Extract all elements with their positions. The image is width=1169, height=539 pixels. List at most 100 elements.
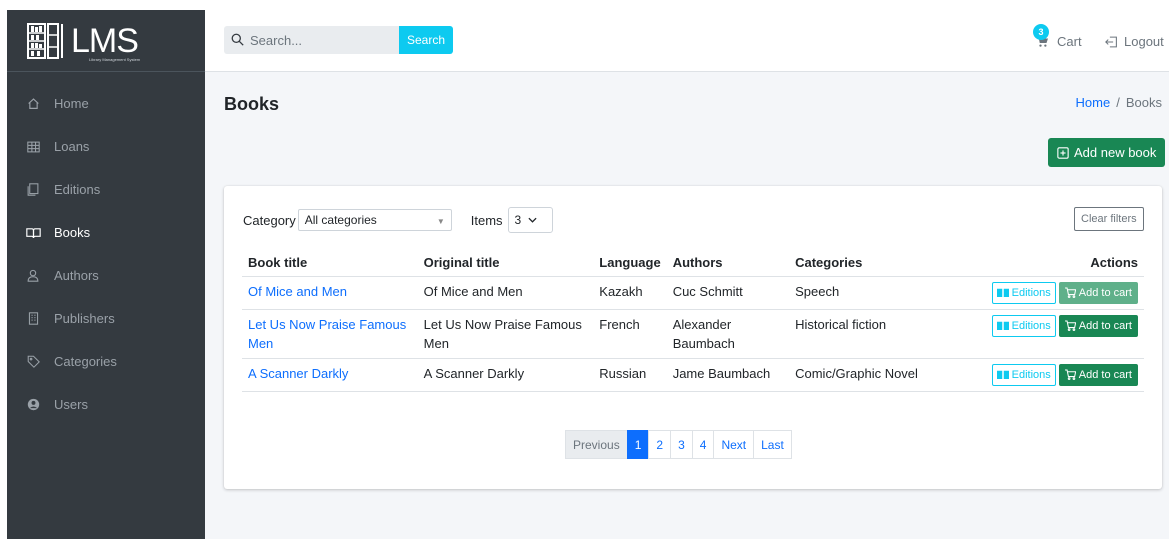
library-logo-icon	[27, 21, 67, 61]
column-header: Language	[593, 249, 667, 277]
column-header: Original title	[417, 249, 594, 277]
book-icon	[996, 288, 1009, 297]
actions-cell: Editions Add to cart	[938, 358, 1144, 392]
caret-down-icon: ▼	[436, 217, 445, 226]
pagination-previous[interactable]: Previous	[565, 430, 628, 459]
cart-icon	[1064, 287, 1076, 298]
cart-icon: 3	[1033, 24, 1049, 48]
items-label: Items	[470, 212, 503, 228]
breadcrumb-separator: /	[1116, 95, 1120, 110]
pagination-next[interactable]: Next	[713, 430, 755, 459]
sidebar-item-categories[interactable]: Categories	[7, 340, 205, 383]
editions-label: Editions	[1011, 319, 1051, 332]
authors-cell: Jame Baumbach	[666, 358, 790, 392]
search-input[interactable]	[224, 26, 400, 54]
user-circle-icon	[24, 398, 42, 412]
editions-button[interactable]: Editions	[991, 314, 1056, 337]
pagination-page-2[interactable]: 2	[648, 430, 672, 459]
editions-button[interactable]: Editions	[991, 281, 1056, 304]
table-row: A Scanner Darkly A Scanner Darkly Russia…	[242, 358, 1144, 392]
books-card: Category All categories ▼ Items 3 Clear …	[224, 186, 1162, 489]
sidebar-item-books[interactable]: Books	[7, 211, 205, 254]
sidebar-item-home[interactable]: Home	[7, 82, 205, 125]
logout-link[interactable]: Logout	[1105, 34, 1164, 49]
actions-cell: Editions Add to cart	[938, 276, 1144, 310]
book-title-link[interactable]: Let Us Now Praise Famous Men	[248, 317, 406, 351]
breadcrumb-home-link[interactable]: Home	[1076, 95, 1111, 110]
add-to-cart-button[interactable]: Add to cart	[1058, 363, 1138, 386]
page-title: Books	[224, 94, 280, 114]
column-header: Book title	[242, 249, 418, 277]
sidebar-item-publishers[interactable]: Publishers	[7, 297, 205, 340]
cart-link[interactable]: 3 Cart	[1033, 24, 1082, 49]
book-icon	[996, 370, 1009, 379]
sidebar-item-label: Authors	[54, 268, 99, 283]
chevron-down-icon	[528, 217, 537, 223]
column-header: Categories	[789, 249, 939, 277]
logout-label: Logout	[1124, 34, 1164, 49]
filters: Category All categories ▼ Items 3	[243, 207, 553, 233]
book-title-link[interactable]: Of Mice and Men	[248, 284, 347, 299]
category-label: Category	[243, 212, 296, 228]
language-cell: French	[593, 309, 667, 359]
search-icon	[231, 33, 244, 49]
sidebar: LMS Library Management System Home Loans…	[7, 10, 205, 539]
sidebar-item-loans[interactable]: Loans	[7, 125, 205, 168]
add-to-cart-button[interactable]: Add to cart	[1058, 314, 1138, 337]
pagination-page-4[interactable]: 4	[691, 430, 715, 459]
table-header-row: Book title Original title Language Autho…	[242, 249, 1144, 277]
logo[interactable]: LMS Library Management System	[7, 10, 205, 72]
add-to-cart-label: Add to cart	[1078, 319, 1132, 332]
plus-square-icon	[1057, 146, 1069, 159]
sidebar-item-label: Books	[54, 225, 91, 240]
pagination-last[interactable]: Last	[753, 430, 792, 459]
pagination-page-1[interactable]: 1	[626, 430, 650, 459]
category-select-value: All categories	[304, 213, 377, 227]
categories-cell: Historical fiction	[789, 309, 939, 359]
cart-label: Cart	[1057, 34, 1082, 49]
book-title-link[interactable]: A Scanner Darkly	[248, 366, 348, 381]
add-to-cart-button[interactable]: Add to cart	[1058, 281, 1138, 304]
items-per-page-select[interactable]: 3	[507, 207, 553, 233]
cart-count-badge: 3	[1033, 24, 1049, 40]
editions-label: Editions	[1011, 286, 1051, 299]
breadcrumb: Home / Books	[1076, 95, 1162, 110]
add-new-book-label: Add new book	[1074, 145, 1157, 160]
home-icon	[24, 97, 42, 111]
logo-subtitle: Library Management System	[89, 57, 141, 62]
editions-label: Editions	[1011, 368, 1051, 381]
logo-text: LMS	[71, 21, 139, 60]
user-icon	[24, 269, 42, 283]
sidebar-nav: Home Loans Editions Books Authors Publis…	[7, 72, 205, 426]
add-to-cart-label: Add to cart	[1078, 368, 1132, 381]
sidebar-item-editions[interactable]: Editions	[7, 168, 205, 211]
books-table: Book title Original title Language Autho…	[242, 249, 1144, 392]
breadcrumb-current: Books	[1125, 95, 1162, 110]
category-select[interactable]: All categories ▼	[297, 209, 452, 231]
authors-cell: Alexander Baumbach	[666, 309, 790, 359]
sidebar-item-label: Publishers	[54, 311, 115, 326]
language-cell: Kazakh	[593, 276, 667, 310]
categories-cell: Comic/Graphic Novel	[789, 358, 939, 392]
sidebar-item-label: Categories	[54, 354, 117, 369]
add-to-cart-label: Add to cart	[1078, 286, 1132, 299]
main-content: Books Home / Books Add new book Category…	[205, 72, 1169, 539]
sidebar-item-label: Editions	[54, 182, 101, 197]
actions-cell: Editions Add to cart	[938, 309, 1144, 359]
add-new-book-button[interactable]: Add new book	[1048, 138, 1166, 167]
search-button[interactable]: Search	[399, 26, 453, 54]
pagination-page-3[interactable]: 3	[670, 430, 693, 459]
pagination: Previous 1 2 3 4 Next Last	[565, 430, 792, 459]
editions-button[interactable]: Editions	[991, 363, 1056, 386]
original-title-cell: Of Mice and Men	[417, 276, 594, 310]
book-icon	[24, 226, 42, 240]
sidebar-item-authors[interactable]: Authors	[7, 254, 205, 297]
book-icon	[996, 321, 1009, 330]
clear-filters-button[interactable]: Clear filters	[1074, 207, 1144, 231]
logout-icon	[1105, 36, 1118, 48]
original-title-cell: A Scanner Darkly	[417, 358, 594, 392]
sidebar-item-users[interactable]: Users	[7, 383, 205, 426]
table-row: Of Mice and Men Of Mice and Men Kazakh C…	[242, 276, 1144, 310]
sidebar-item-label: Users	[54, 397, 88, 412]
column-header: Actions	[938, 249, 1144, 277]
